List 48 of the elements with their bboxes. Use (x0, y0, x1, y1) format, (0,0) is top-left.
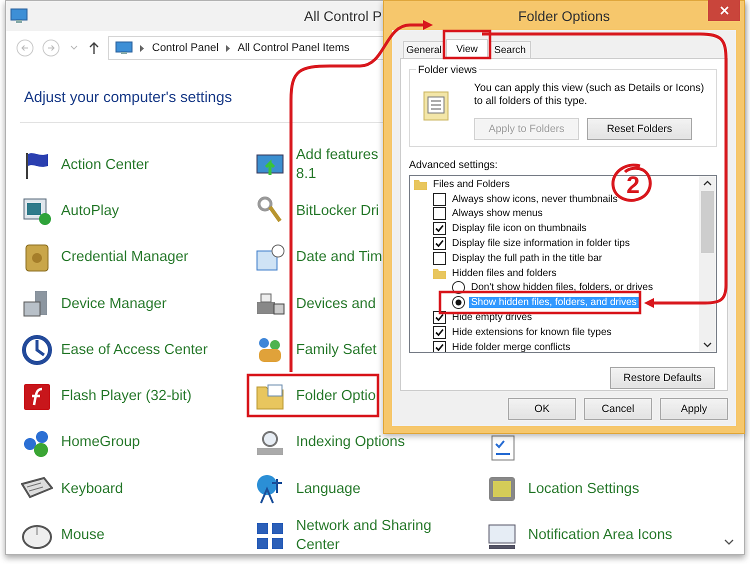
control-panel-link[interactable]: HomeGroup (61, 433, 140, 452)
control-panel-link[interactable]: Mouse (61, 526, 105, 546)
control-panel-link[interactable]: Notification Area Icons (528, 526, 672, 546)
control-panel-link[interactable]: Indexing Options (296, 433, 405, 452)
tab[interactable]: Search (489, 41, 531, 58)
control-panel-link[interactable]: Location Settings (528, 480, 640, 499)
tab[interactable]: View (446, 39, 488, 59)
page-heading: Adjust your computer's settings (24, 89, 232, 106)
control-panel-link[interactable]: Keyboard (61, 480, 124, 499)
option-label[interactable]: Display file size information in folder tips (450, 238, 632, 250)
dialog-button[interactable]: Cancel (584, 398, 652, 420)
breadcrumb-item[interactable]: All Control Panel Items (238, 42, 350, 54)
option-label[interactable]: Display file icon on thumbnails (450, 223, 589, 234)
control-panel-link[interactable]: Add features 8.1 (296, 146, 378, 184)
option-label[interactable]: Always show menus (450, 208, 545, 220)
folder-view-button[interactable]: Reset Folders (587, 118, 692, 140)
control-panel-link[interactable]: Network and Sharing Center (296, 516, 432, 555)
dialog-button[interactable]: Apply (660, 398, 728, 420)
breadcrumb-item[interactable]: Control Panel (152, 42, 219, 54)
control-panel-link[interactable]: Action Center (61, 156, 149, 175)
control-panel-link[interactable]: Ease of Access Center (61, 340, 208, 360)
option-label[interactable]: Show hidden files, folders, and drives (469, 297, 639, 308)
control-panel-link[interactable]: Folder Optio (296, 387, 376, 406)
dialog-button[interactable]: OK (508, 398, 576, 420)
tab[interactable]: General (403, 41, 445, 58)
control-panel-link[interactable]: Language (296, 480, 361, 499)
control-panel-link[interactable]: Date and Tim (296, 248, 382, 268)
control-panel-link[interactable]: Device Manager (61, 294, 167, 314)
group-title: Folder views (416, 64, 479, 76)
control-panel-link[interactable]: BitLocker Dri (296, 202, 379, 221)
window-title: All Control P (304, 8, 382, 24)
section-label: Advanced settings: (409, 159, 499, 171)
description-text: You can apply this view (such as Details or Icons) to all folders of this type. (474, 82, 706, 108)
category-label: Files and Folders (432, 178, 511, 190)
category-label: Hidden files and folders (451, 268, 558, 279)
control-panel-link[interactable]: Credential Manager (61, 248, 188, 268)
step-number: 2 (626, 172, 640, 199)
dialog-title: Folder Options (518, 8, 610, 24)
option-label[interactable]: Display the full path in the title bar (450, 252, 604, 264)
option-label[interactable]: Hide extensions for known file types (450, 326, 614, 338)
control-panel-link[interactable]: Flash Player (32-bit) (61, 387, 192, 406)
option-label[interactable]: Always show icons, never thumbnails (450, 194, 620, 205)
restore-defaults-button[interactable]: Restore Defaults (610, 367, 715, 389)
control-panel-link[interactable]: Family Safet (296, 340, 377, 360)
option-label[interactable]: Hide folder merge conflicts (450, 342, 572, 352)
control-panel-link[interactable]: Devices and (296, 294, 376, 314)
control-panel-link[interactable]: AutoPlay (61, 202, 120, 221)
option-label[interactable]: Don't show hidden files, folders, or drives (469, 282, 655, 294)
